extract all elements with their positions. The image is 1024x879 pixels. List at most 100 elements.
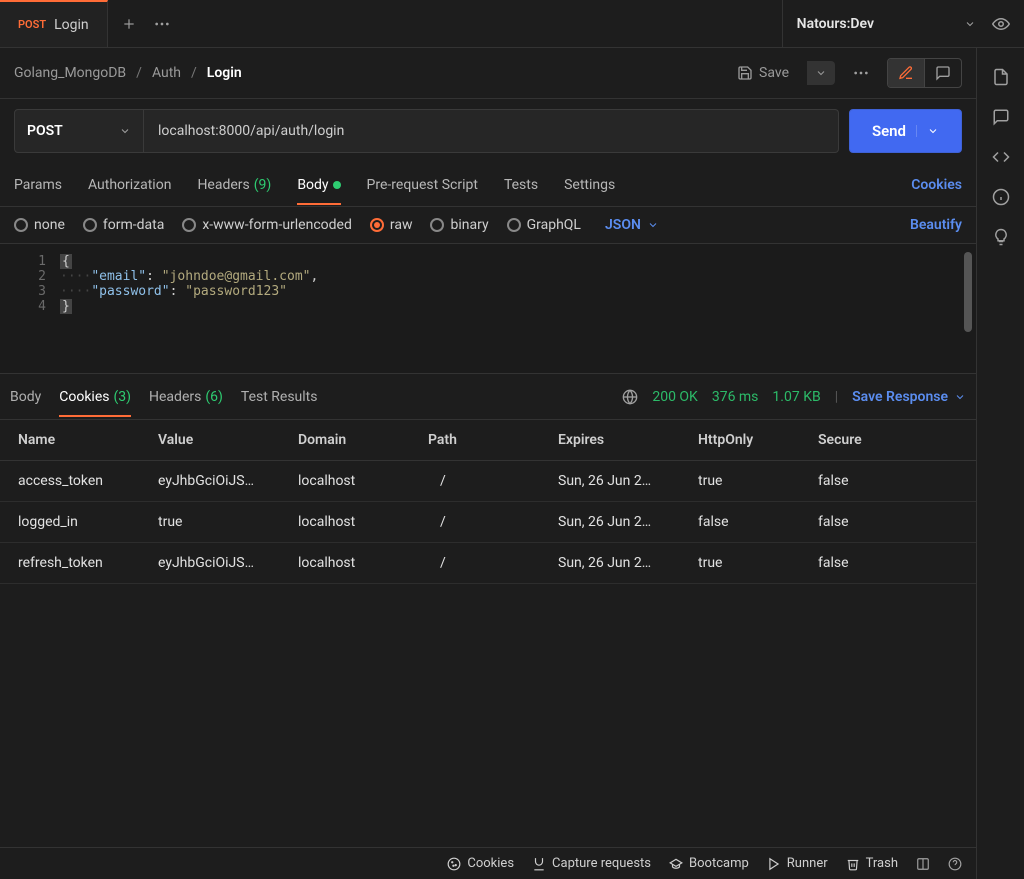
edit-mode[interactable] — [888, 59, 925, 87]
tab-settings[interactable]: Settings — [564, 177, 615, 193]
body-www-form[interactable]: x-www-form-urlencoded — [182, 217, 352, 233]
cell-domain: localhost — [298, 555, 428, 571]
code-icon[interactable] — [992, 148, 1010, 166]
res-tab-headers[interactable]: Headers (6) — [149, 389, 223, 405]
cell-expires: Sun, 26 Jun 2… — [558, 514, 698, 530]
radio-icon — [507, 218, 521, 232]
bottom-cookies[interactable]: Cookies — [447, 856, 514, 871]
body-none-label: none — [34, 217, 65, 233]
breadcrumb: Golang_MongoDB / Auth / Login Save — [0, 48, 976, 99]
res-headers-count: (6) — [205, 389, 223, 405]
cell-secure: false — [818, 555, 918, 571]
documentation-icon[interactable] — [992, 68, 1010, 86]
res-headers-label: Headers — [149, 389, 201, 405]
new-tab-icon[interactable] — [122, 17, 136, 31]
col-domain: Domain — [298, 432, 428, 448]
tab-more-icon[interactable] — [154, 22, 170, 26]
cell-httponly: true — [698, 473, 818, 489]
status-size: 1.07 KB — [772, 389, 820, 405]
bottom-bootcamp[interactable]: Bootcamp — [669, 856, 749, 871]
col-path: Path — [428, 432, 558, 448]
cell-domain: localhost — [298, 514, 428, 530]
lightbulb-icon[interactable] — [992, 228, 1010, 246]
tab-bar: POST Login Natours:Dev — [0, 0, 1024, 48]
bottom-runner-label: Runner — [787, 856, 828, 871]
res-cookies-count: (3) — [113, 389, 131, 405]
url-input[interactable]: localhost:8000/api/auth/login — [144, 109, 839, 153]
crumb-collection[interactable]: Golang_MongoDB — [14, 65, 126, 81]
brace-open: { — [60, 254, 72, 269]
chevron-down-icon — [647, 219, 659, 231]
body-none[interactable]: none — [14, 217, 65, 233]
chevron-down-icon — [964, 18, 976, 30]
table-row[interactable]: refresh_token eyJhbGciOiJS… localhost / … — [0, 543, 976, 584]
scrollbar-thumb[interactable] — [964, 252, 972, 332]
body-binary[interactable]: binary — [430, 217, 488, 233]
panel-layout-icon[interactable] — [916, 857, 930, 871]
beautify-link[interactable]: Beautify — [910, 217, 962, 233]
radio-icon — [182, 218, 196, 232]
help-icon[interactable] — [948, 857, 962, 871]
save-label: Save — [759, 65, 789, 81]
cell-path: / — [428, 514, 558, 530]
cell-httponly: true — [698, 555, 818, 571]
tab-body[interactable]: Body — [297, 177, 340, 193]
comments-icon[interactable] — [992, 108, 1010, 126]
globe-icon[interactable] — [622, 389, 638, 405]
send-button[interactable]: Send — [849, 109, 962, 153]
status-code: 200 OK — [652, 389, 698, 405]
save-response[interactable]: Save Response — [852, 389, 966, 405]
cell-path: / — [428, 473, 558, 489]
crumb-sep: / — [136, 65, 142, 81]
save-button[interactable]: Save — [727, 59, 799, 87]
send-label: Send — [872, 122, 906, 140]
bottom-bar: Cookies Capture requests Bootcamp Runner… — [0, 847, 976, 879]
cookies-link[interactable]: Cookies — [911, 177, 962, 193]
crumb-folder[interactable]: Auth — [152, 65, 181, 81]
tab-headers[interactable]: Headers (9) — [197, 177, 271, 193]
tab-prerequest[interactable]: Pre-request Script — [367, 177, 478, 193]
cell-httponly: false — [698, 514, 818, 530]
environment-name: Natours:Dev — [797, 16, 874, 32]
tab-params[interactable]: Params — [14, 177, 62, 193]
raw-format-label: JSON — [605, 217, 641, 233]
response-tabs: Body Cookies (3) Headers (6) Test Result… — [0, 374, 976, 420]
method-select[interactable]: POST — [14, 109, 144, 153]
tab-authorization[interactable]: Authorization — [88, 177, 171, 193]
res-tab-tests[interactable]: Test Results — [241, 389, 318, 405]
tab-tests[interactable]: Tests — [504, 177, 538, 193]
body-editor[interactable]: 1{ 2····"email": "johndoe@gmail.com", 3·… — [0, 244, 976, 374]
res-tab-cookies[interactable]: Cookies (3) — [59, 389, 131, 405]
body-form-data[interactable]: form-data — [83, 217, 164, 233]
radio-icon — [14, 218, 28, 232]
table-row[interactable]: access_token eyJhbGciOiJS… localhost / S… — [0, 461, 976, 502]
cell-name: access_token — [18, 473, 158, 489]
radio-icon — [83, 218, 97, 232]
cell-value: eyJhbGciOiJS… — [158, 473, 298, 489]
crumb-more-icon[interactable] — [843, 65, 879, 81]
table-row[interactable]: logged_in true localhost / Sun, 26 Jun 2… — [0, 502, 976, 543]
info-icon[interactable] — [992, 188, 1010, 206]
bottom-runner[interactable]: Runner — [767, 856, 828, 871]
environment-select[interactable]: Natours:Dev — [797, 16, 976, 32]
bottom-trash[interactable]: Trash — [846, 856, 898, 871]
json-key: "email" — [91, 269, 146, 284]
cell-value: true — [158, 514, 298, 530]
chevron-down-icon — [119, 125, 131, 137]
cell-secure: false — [818, 514, 918, 530]
cell-domain: localhost — [298, 473, 428, 489]
body-indicator-icon — [333, 181, 341, 189]
right-sidebar — [976, 48, 1024, 879]
save-split[interactable] — [807, 61, 835, 85]
json-string: "johndoe@gmail.com" — [162, 269, 311, 284]
bottom-capture[interactable]: Capture requests — [532, 856, 651, 871]
eye-icon[interactable] — [992, 15, 1010, 33]
col-httponly: HttpOnly — [698, 432, 818, 448]
request-tab[interactable]: POST Login — [0, 0, 108, 47]
comment-mode[interactable] — [925, 59, 961, 87]
body-graphql[interactable]: GraphQL — [507, 217, 581, 233]
raw-format-select[interactable]: JSON — [605, 217, 659, 233]
body-raw[interactable]: raw — [370, 217, 413, 233]
res-tab-body[interactable]: Body — [10, 389, 41, 405]
send-split[interactable] — [916, 125, 939, 137]
